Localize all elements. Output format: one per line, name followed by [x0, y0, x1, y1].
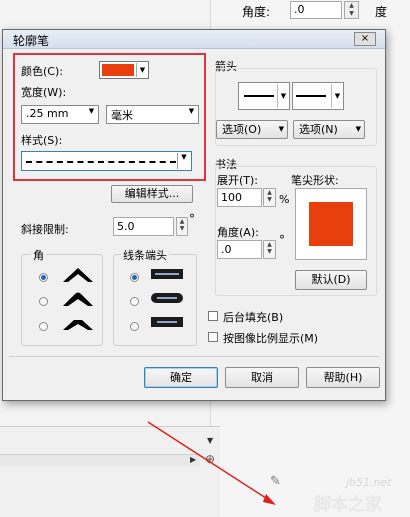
end-arrow-options-button[interactable]: 选项(N) ▼: [293, 120, 365, 139]
miter-limit-label: 斜接限制:: [21, 223, 69, 236]
corner-miter-radio[interactable]: [39, 273, 48, 282]
stretch-spinner[interactable]: ▲ ▼: [263, 188, 276, 207]
stretch-label: 展开(T):: [217, 174, 259, 187]
end-arrow-select[interactable]: ▼: [292, 82, 344, 110]
cap-icons: [151, 269, 183, 327]
start-arrow-select[interactable]: ▼: [238, 82, 290, 110]
miter-limit-spinner[interactable]: ▲ ▼: [176, 217, 188, 236]
behind-fill-label: 后台填充(B): [223, 311, 284, 324]
corner-icons: [63, 268, 93, 330]
cap-butt-radio[interactable]: [130, 273, 139, 282]
start-arrow-options-button[interactable]: 选项(O) ▼: [216, 120, 288, 139]
stretch-unit: %: [279, 193, 290, 206]
stretch-input[interactable]: 100: [217, 188, 262, 207]
default-button[interactable]: 默认(D): [295, 270, 367, 290]
nib-angle-input[interactable]: .0: [217, 240, 262, 259]
line-end-icon: [244, 95, 274, 97]
dialog-titlebar[interactable]: 轮廓笔 ×: [3, 30, 385, 49]
nib-angle-unit: °: [279, 233, 285, 247]
corner-round-radio[interactable]: [39, 297, 48, 306]
chevron-down-icon: ▼: [331, 84, 343, 108]
nib-angle-spinner[interactable]: ▲ ▼: [263, 240, 276, 259]
edit-style-button[interactable]: 编辑样式...: [111, 185, 193, 203]
cap-round-radio[interactable]: [130, 297, 139, 306]
corner-label: 角: [31, 247, 46, 263]
miter-limit-input[interactable]: 5.0: [113, 217, 174, 236]
help-button[interactable]: 帮助(H): [306, 367, 380, 388]
bevel-corner-icon: [63, 320, 93, 330]
dialog-title: 轮廓笔: [13, 34, 50, 48]
options-left-label: 选项(O): [222, 123, 262, 136]
line-cap-label: 线条端头: [121, 247, 169, 263]
chevron-down-icon: ▼: [355, 125, 361, 133]
chevron-down-icon: ▼: [278, 125, 284, 133]
round-corner-icon: [63, 292, 93, 306]
highlight-box: [13, 53, 206, 181]
chevron-down-icon: ▼: [277, 84, 289, 108]
cancel-button[interactable]: 取消: [225, 367, 299, 388]
behind-fill-checkbox[interactable]: [208, 311, 218, 321]
miter-unit: °: [189, 212, 195, 226]
close-button[interactable]: ×: [354, 32, 376, 46]
divider: [9, 356, 379, 357]
nib-angle-label: 角度(A):: [217, 226, 259, 239]
scale-with-image-label: 按图像比例显示(M): [223, 332, 319, 345]
corner-bevel-radio[interactable]: [39, 322, 48, 331]
line-end-icon: [296, 95, 326, 97]
nib-shape-label: 笔尖形状:: [291, 174, 339, 187]
options-right-label: 选项(N): [299, 123, 338, 136]
nib-square: [309, 202, 353, 246]
ok-button[interactable]: 确定: [144, 367, 218, 388]
cap-square-radio[interactable]: [130, 322, 139, 331]
scale-with-image-checkbox[interactable]: [208, 332, 218, 342]
nib-shape-preview[interactable]: [295, 188, 367, 260]
miter-corner-icon: [63, 268, 93, 282]
